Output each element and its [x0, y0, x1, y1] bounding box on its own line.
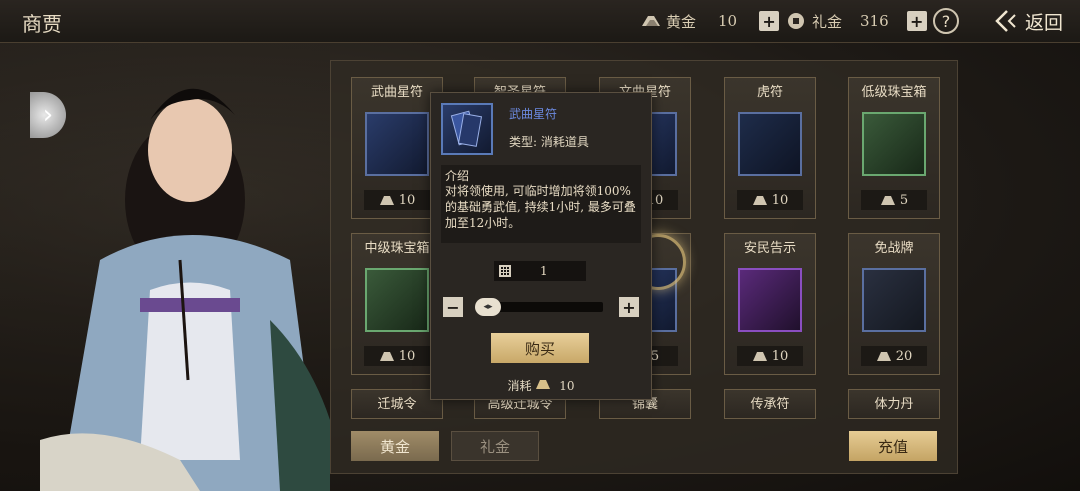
- gold-ingot-icon: [379, 352, 394, 361]
- page-title: 商贾: [22, 12, 62, 36]
- item-type: 类型: 消耗道具: [509, 135, 589, 149]
- back-button[interactable]: 返回: [993, 6, 1063, 36]
- cost-value: 10: [559, 379, 575, 393]
- item-name: 迁城令: [377, 397, 417, 412]
- item-price: 20: [861, 346, 927, 366]
- gold-ingot-icon: [379, 196, 394, 205]
- item-name: 武曲星符: [370, 85, 423, 100]
- help-button[interactable]: ?: [933, 8, 959, 34]
- truce-plaque-icon: [862, 268, 926, 332]
- gold-ingot-icon: [880, 196, 895, 205]
- item-price-value: 10: [398, 192, 416, 208]
- shop-item-card[interactable]: 体力丹: [848, 389, 940, 419]
- tab-gift[interactable]: 礼金: [451, 431, 539, 461]
- notice-icon: [738, 268, 802, 332]
- item-price: 10: [737, 190, 803, 210]
- gold-label: 黄金: [666, 12, 697, 31]
- calculator-icon: [499, 265, 511, 277]
- item-price-value: 20: [895, 348, 913, 364]
- jewel-box-icon: [862, 112, 926, 176]
- jewel-box-icon: [365, 268, 429, 332]
- shop-item-card[interactable]: 安民告示 10: [724, 233, 816, 375]
- item-price-value: 10: [771, 192, 789, 208]
- talisman-scroll-icon: [441, 103, 493, 155]
- gold-ingot-icon: [752, 196, 767, 205]
- cost-label: 消耗: [507, 379, 532, 393]
- item-price-value: 10: [398, 348, 416, 364]
- gold-ingot-icon: [752, 352, 767, 361]
- gold-ingot-icon: [642, 16, 660, 26]
- item-detail-popup: 武曲星符 类型: 消耗道具 介绍 对将领使用, 可临时增加将领100%的基础勇武…: [430, 92, 652, 400]
- item-price: 5: [861, 190, 927, 210]
- gift-currency: 礼金 316 +: [786, 9, 927, 33]
- shop-item-card[interactable]: 传承符: [724, 389, 816, 419]
- quantity-slider[interactable]: ◂▸: [475, 298, 603, 316]
- item-name: 中级珠宝箱: [364, 241, 430, 256]
- item-price: 10: [737, 346, 803, 366]
- quantity-slider-row: − ◂▸ +: [443, 297, 639, 317]
- description-text: 对将领使用, 可临时增加将领100%的基础勇武值, 持续1小时, 最多可叠加至1…: [445, 184, 636, 230]
- quantity-input[interactable]: 1: [494, 261, 586, 281]
- item-name: 虎符: [756, 85, 783, 100]
- item-name: 低级珠宝箱: [861, 85, 927, 100]
- item-price: 10: [364, 346, 430, 366]
- tab-gold[interactable]: 黄金: [351, 431, 439, 461]
- shop-item-card[interactable]: 虎符 10: [724, 77, 816, 219]
- item-name: 免战牌: [874, 241, 914, 256]
- chevron-right-icon: ›: [42, 100, 54, 130]
- gold-value: 10: [718, 12, 738, 30]
- quantity-value: 1: [540, 264, 548, 278]
- tiger-tally-icon: [738, 112, 802, 176]
- item-price: 10: [364, 190, 430, 210]
- talisman-scroll-icon: [365, 112, 429, 176]
- item-name: 传承符: [750, 397, 790, 412]
- item-name: 体力丹: [874, 397, 914, 412]
- add-gift-button[interactable]: +: [906, 11, 927, 31]
- buy-button[interactable]: 购买: [491, 333, 589, 363]
- top-bar: 商贾 黄金 10 + 礼金 316 + ? 返回: [0, 0, 1080, 43]
- add-gold-button[interactable]: +: [759, 11, 780, 31]
- back-arrow-icon: [995, 10, 1016, 32]
- item-price-value: 5: [899, 192, 909, 208]
- gold-currency: 黄金 10 +: [640, 9, 780, 33]
- coin-icon: [788, 13, 804, 29]
- increase-button[interactable]: +: [619, 297, 639, 317]
- description-title: 介绍: [445, 169, 470, 183]
- gift-value: 316: [860, 12, 889, 30]
- slider-handle[interactable]: ◂▸: [475, 298, 501, 316]
- recharge-button[interactable]: 充值: [849, 431, 937, 461]
- merchant-portrait: [40, 88, 330, 491]
- gold-ingot-icon: [876, 352, 891, 361]
- shop-item-card[interactable]: 免战牌 20: [848, 233, 940, 375]
- gift-label: 礼金: [812, 12, 843, 31]
- back-label: 返回: [1025, 11, 1064, 34]
- shop-item-card[interactable]: 低级珠宝箱 5: [848, 77, 940, 219]
- cost-display: 消耗 10: [431, 377, 651, 394]
- item-name: 武曲星符: [509, 107, 558, 121]
- decrease-button[interactable]: −: [443, 297, 463, 317]
- item-price-value: 5: [650, 348, 660, 364]
- item-name: 安民告示: [743, 241, 796, 256]
- item-price-value: 10: [771, 348, 789, 364]
- item-description: 介绍 对将领使用, 可临时增加将领100%的基础勇武值, 持续1小时, 最多可叠…: [441, 165, 641, 243]
- gold-ingot-icon: [536, 380, 551, 389]
